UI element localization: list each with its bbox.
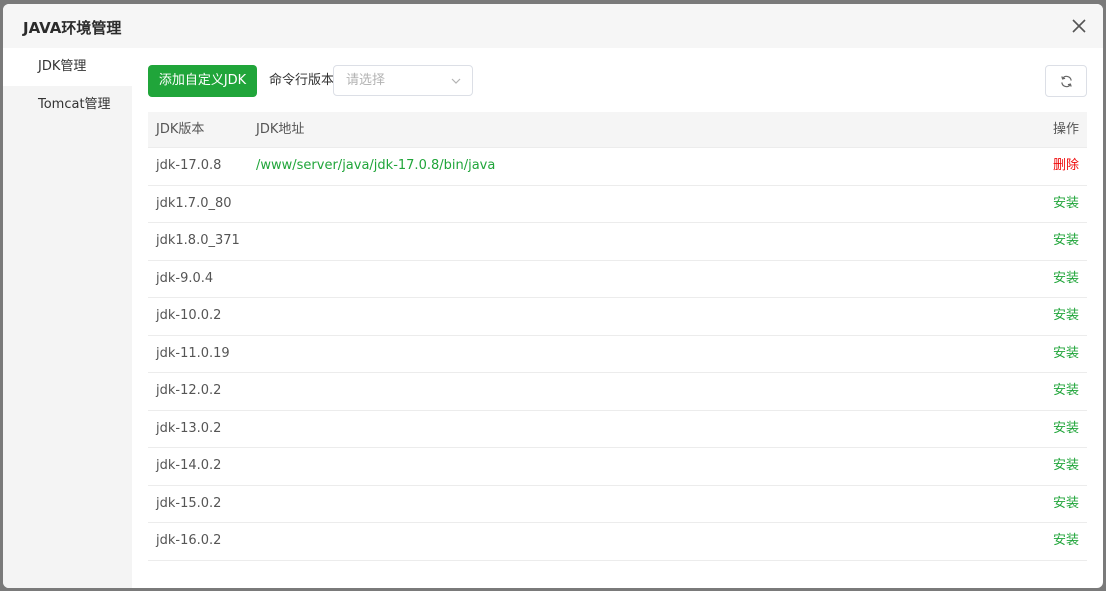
install-link[interactable]: 安装 [1053,298,1079,334]
table-header: JDK版本 JDK地址 操作 [148,112,1087,148]
install-link[interactable]: 安装 [1053,336,1079,372]
install-link[interactable]: 安装 [1053,523,1079,559]
install-link[interactable]: 安装 [1053,186,1079,222]
header-op: 操作 [1052,122,1079,137]
close-icon [1072,19,1086,33]
jdk-version: jdk-12.0.2 [156,383,222,398]
jdk-version: jdk1.7.0_80 [156,195,232,211]
install-link[interactable]: 安装 [1053,411,1079,447]
chevron-down-icon [451,78,461,84]
sidebar-item-jdk[interactable]: JDK管理 [3,48,132,86]
table-row: jdk-17.0.8 /www/server/java/jdk-17.0.8/b… [148,148,1087,186]
close-button[interactable] [1069,16,1089,36]
header-path: JDK地址 [256,122,305,137]
jdk-table: JDK版本 JDK地址 操作 jdk-17.0.8 /www/server/ja… [148,112,1087,561]
dialog-titlebar: JAVA环境管理 [3,4,1103,48]
jdk-version: jdk-16.0.2 [156,533,222,548]
java-env-dialog: JAVA环境管理 JDK管理 Tomcat管理 添加自定义JDK 命令行版本 请… [3,4,1103,588]
table-row: jdk1.8.0_371 安装 [148,223,1087,261]
table-row: jdk-14.0.2 安装 [148,448,1087,486]
jdk-version: jdk-10.0.2 [156,308,222,323]
table-row: jdk-13.0.2 安装 [148,411,1087,448]
jdk-version: jdk-11.0.19 [156,345,230,361]
table-row: jdk-11.0.19 安装 [148,336,1087,373]
jdk-version: jdk-15.0.2 [156,495,222,511]
refresh-button[interactable] [1045,65,1087,97]
jdk-version: jdk1.8.0_371 [156,233,240,248]
cmd-version-label: 命令行版本 [269,73,335,88]
main-panel: 添加自定义JDK 命令行版本 请选择 JDK版本 JDK地址 操作 jdk-17… [148,48,1087,588]
install-link[interactable]: 安装 [1053,373,1079,409]
table-row: jdk-12.0.2 安装 [148,373,1087,411]
toolbar: 添加自定义JDK 命令行版本 请选择 [148,65,1087,97]
sidebar-item-tomcat[interactable]: Tomcat管理 [3,86,132,124]
jdk-version: jdk-14.0.2 [156,458,222,473]
table-row: jdk-16.0.2 安装 [148,523,1087,561]
jdk-version: jdk-9.0.4 [156,270,214,286]
install-link[interactable]: 安装 [1053,486,1079,522]
install-link[interactable]: 安装 [1053,448,1079,484]
header-version: JDK版本 [156,122,205,137]
sidebar-item-label: JDK管理 [38,59,87,74]
jdk-version: jdk-17.0.8 [156,158,222,173]
sidebar: JDK管理 Tomcat管理 [3,48,132,588]
refresh-icon [1061,75,1072,88]
cmd-version-select[interactable]: 请选择 [333,65,473,96]
add-custom-jdk-button[interactable]: 添加自定义JDK [148,65,257,97]
install-link[interactable]: 安装 [1053,261,1079,297]
table-row: jdk1.7.0_80 安装 [148,186,1087,223]
table-row: jdk-15.0.2 安装 [148,486,1087,523]
table-row: jdk-10.0.2 安装 [148,298,1087,336]
table-row: jdk-9.0.4 安装 [148,261,1087,298]
dialog-title: JAVA环境管理 [23,19,122,37]
jdk-path: /www/server/java/jdk-17.0.8/bin/java [256,158,496,173]
sidebar-item-label: Tomcat管理 [38,97,111,112]
delete-link[interactable]: 删除 [1053,148,1079,184]
select-placeholder: 请选择 [346,73,386,88]
jdk-version: jdk-13.0.2 [156,420,222,436]
install-link[interactable]: 安装 [1053,223,1079,259]
